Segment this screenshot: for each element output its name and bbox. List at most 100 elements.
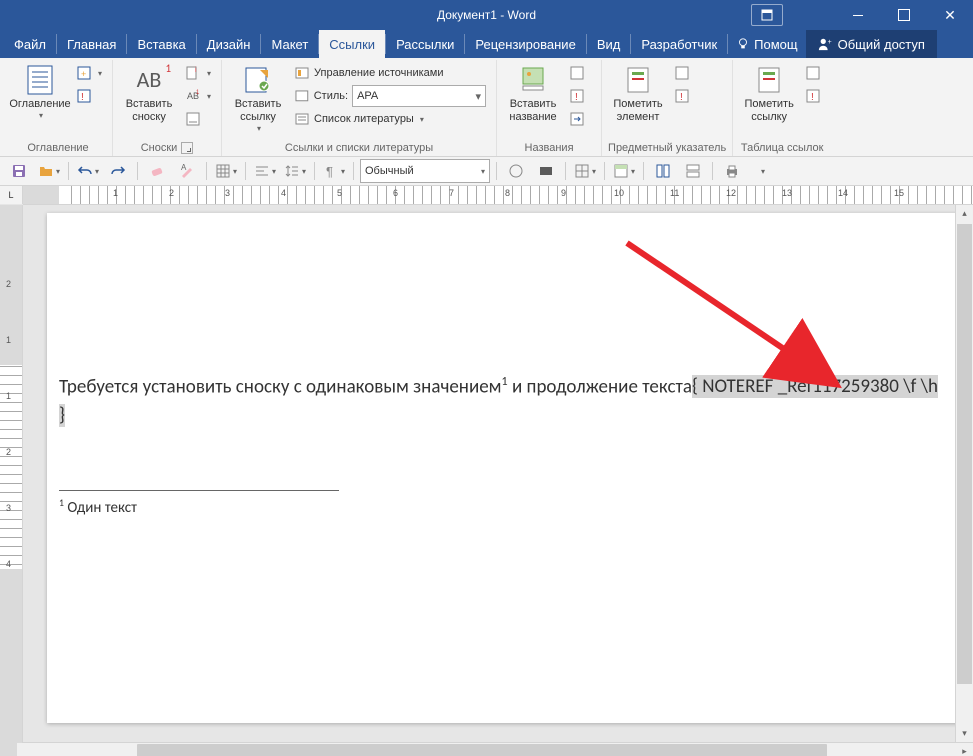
highlight-button[interactable]: A [174,160,200,182]
undo-button[interactable]: ▾ [75,160,101,182]
group-citations: Вставить ссылку▾ Управление источниками … [222,60,497,156]
tab-view[interactable]: Вид [587,30,631,58]
ribbon-display-options[interactable] [751,4,783,26]
update-tof-button[interactable]: ! [565,85,595,107]
close-button[interactable]: ✕ [927,0,973,30]
update-toa-button[interactable]: ! [801,85,825,107]
scrollbar-thumb[interactable] [137,744,827,756]
table-icon [215,163,231,179]
style-selector[interactable]: Обычный▾ [360,159,490,183]
minimize-button[interactable] [835,0,881,30]
svg-text:+: + [81,69,86,79]
scroll-down-button[interactable]: ▾ [956,725,973,742]
insert-tof-button[interactable] [565,62,595,84]
page-break-button[interactable] [680,160,706,182]
document-page[interactable]: Требуется установить сноску с одинаковым… [47,213,955,723]
caption-icon [517,64,549,96]
table2-button[interactable]: ▾ [572,160,598,182]
tab-references[interactable]: Ссылки [319,30,385,58]
share-button[interactable]: + Общий доступ [806,30,937,58]
page-break-icon [685,163,701,179]
tab-developer[interactable]: Разработчик [631,30,727,58]
footnote-text[interactable]: 1 Один текст [59,497,939,517]
tab-mailings[interactable]: Рассылки [386,30,464,58]
group-captions: Вставить название ! Названия [497,60,602,156]
document-body[interactable]: Требуется установить сноску с одинаковым… [59,373,939,430]
tab-insert[interactable]: Вставка [127,30,195,58]
ruler-corner[interactable]: L [0,186,23,204]
insert-caption-button[interactable]: Вставить название [503,60,563,128]
maximize-button[interactable] [881,0,927,30]
customize-qat-button[interactable]: ▾ [749,160,775,182]
style-icon [294,88,310,104]
scrollbar-thumb[interactable] [957,224,972,684]
citation-style-dropdown[interactable]: APA [352,85,486,107]
header-button[interactable]: ▾ [611,160,637,182]
group-label: Ссылки и списки литературы [285,142,433,154]
table-button[interactable]: ▾ [213,160,239,182]
folder-open-icon [38,163,54,179]
window-title: Документ1 - Word [437,8,536,22]
cross-reference-button[interactable] [565,108,595,130]
group-label: Названия [525,142,574,154]
svg-text:!: ! [81,92,84,103]
group-footnotes: AB1 Вставить сноску i▾ AB1▾ Сноски [113,60,222,156]
pilcrow-icon: ¶ [323,163,339,179]
dialog-launcher-icon[interactable] [181,142,193,154]
tab-review[interactable]: Рецензирование [465,30,585,58]
update-toc-button[interactable]: ! [72,85,106,107]
scroll-up-button[interactable]: ▴ [956,205,973,222]
open-button[interactable]: ▾ [36,160,62,182]
vertical-scrollbar[interactable]: ▴ ▾ [955,205,973,742]
citation-style-row: Стиль:APA [290,85,490,107]
redo-button[interactable] [105,160,131,182]
columns-button[interactable] [650,160,676,182]
shape-circle-button[interactable] [503,160,529,182]
manage-sources-icon [294,65,310,81]
document-workspace: 1 2 1 2 3 4 5 6 7 Требуется установить с… [0,205,973,742]
align-button[interactable]: ▾ [252,160,278,182]
tell-me-button[interactable]: Помощ [728,30,805,58]
pilcrow-button[interactable]: ¶▾ [321,160,347,182]
next-footnote-button[interactable]: AB1▾ [181,85,215,107]
scroll-right-button[interactable]: ▸ [956,743,973,756]
add-text-icon: + [76,65,92,81]
tab-layout[interactable]: Макет [261,30,318,58]
spacing-button[interactable]: ▾ [282,160,308,182]
svg-text:!: ! [575,92,578,103]
tab-home[interactable]: Главная [57,30,126,58]
update-index-button[interactable]: ! [670,85,694,107]
print-button[interactable] [719,160,745,182]
insert-toa-button[interactable] [801,62,825,84]
mark-entry-button[interactable]: Пометить элемент [608,60,668,128]
person-share-icon: + [818,37,832,51]
insert-citation-button[interactable]: Вставить ссылку▾ [228,60,288,138]
horizontal-ruler[interactable]: 123456789101112131415 [23,186,973,205]
ribbon-tabs: Файл Главная Вставка Дизайн Макет Ссылки… [0,30,973,58]
add-text-button[interactable]: +▾ [72,62,106,84]
clear-formatting-button[interactable] [144,160,170,182]
manage-sources-button[interactable]: Управление источниками [290,62,490,84]
vertical-ruler[interactable]: 1 2 1 2 3 4 5 6 7 [0,205,23,742]
save-button[interactable] [6,160,32,182]
tab-file[interactable]: Файл [4,30,56,58]
group-label: Оглавление [27,142,88,154]
show-notes-button[interactable] [181,108,215,130]
redo-icon [110,163,126,179]
header-icon [613,163,629,179]
toc-icon [24,64,56,96]
svg-text:1: 1 [196,90,200,96]
mark-citation-button[interactable]: Пометить ссылку [739,60,799,128]
insert-endnote-button[interactable]: i▾ [181,62,215,84]
insert-index-button[interactable] [670,62,694,84]
insert-footnote-button[interactable]: AB1 Вставить сноску [119,60,179,128]
shape-rect-button[interactable] [533,160,559,182]
table-icon [574,163,590,179]
save-icon [11,163,27,179]
horizontal-scrollbar[interactable]: ◂ ▸ [0,742,973,756]
bibliography-button[interactable]: Список литературы▾ [290,108,490,130]
footnote-separator [59,490,339,491]
group-label: Предметный указатель [608,142,726,154]
tab-design[interactable]: Дизайн [197,30,261,58]
toc-button[interactable]: Оглавление▾ [10,60,70,125]
